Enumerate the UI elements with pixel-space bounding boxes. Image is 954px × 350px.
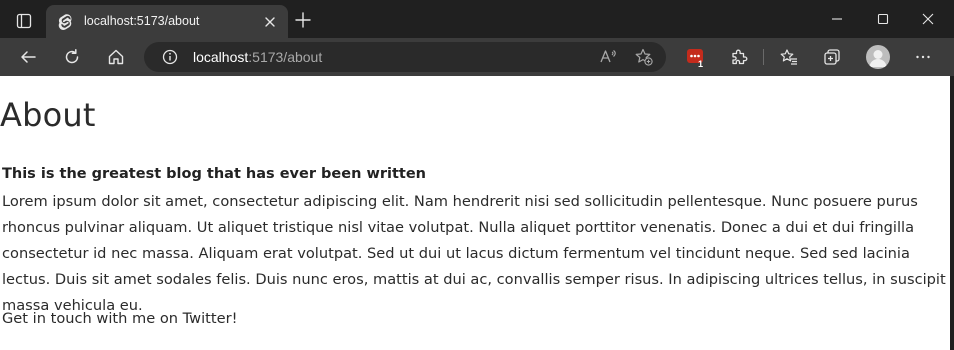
close-icon: [922, 13, 934, 25]
puzzle-piece-icon: [732, 49, 748, 65]
favorites-button[interactable]: [776, 45, 802, 69]
close-window-button[interactable]: [906, 8, 950, 30]
browser-tab[interactable]: localhost:5173/about: [46, 5, 288, 38]
favorites-icon: [780, 49, 797, 65]
minimize-button[interactable]: [815, 8, 859, 30]
extensions-button[interactable]: [726, 45, 752, 69]
settings-menu-button[interactable]: [910, 45, 936, 69]
tab-title: localhost:5173/about: [84, 14, 200, 28]
collections-icon: [824, 49, 840, 65]
read-aloud-icon: [600, 50, 616, 63]
new-tab-icon[interactable]: [294, 11, 312, 29]
back-arrow-icon: [21, 51, 36, 63]
tab-actions-icon: [16, 13, 32, 29]
more-options-icon: [916, 55, 930, 59]
toolbar-separator: [763, 49, 764, 65]
body-paragraph: Lorem ipsum dolor sit amet, consectetur …: [2, 193, 946, 314]
address-bar[interactable]: localhost:5173/about: [144, 42, 666, 72]
collections-button[interactable]: [819, 45, 845, 69]
url-host: localhost: [193, 49, 249, 65]
star-add-icon: [635, 48, 653, 66]
page-content: About This is the greatest blog that has…: [0, 76, 950, 350]
refresh-icon: [65, 49, 79, 64]
page-subtitle: This is the greatest blog that has ever …: [2, 166, 426, 182]
profile-avatar[interactable]: [866, 45, 890, 69]
site-info-icon[interactable]: [162, 49, 178, 65]
read-aloud-button[interactable]: [598, 47, 618, 67]
minimize-icon: [832, 18, 842, 20]
browser-toolbar: localhost:5173/about 1: [0, 38, 954, 76]
title-bar: localhost:5173/about: [0, 0, 954, 38]
maximize-icon: [877, 13, 889, 25]
back-button[interactable]: [15, 45, 41, 69]
window-edge: [950, 76, 954, 350]
add-favorite-button[interactable]: [634, 47, 654, 67]
svelte-logo-icon: [58, 14, 72, 30]
refresh-button[interactable]: [59, 45, 85, 69]
tab-actions-button[interactable]: [8, 6, 40, 36]
contact-text: Get in touch with me on Twitter!: [2, 310, 238, 327]
url-path: :5173/about: [248, 49, 323, 65]
extension-badge-count: 1: [698, 59, 704, 69]
url-text[interactable]: localhost:5173/about: [193, 49, 322, 65]
maximize-button[interactable]: [861, 8, 905, 30]
page-title: About: [0, 96, 96, 134]
home-button[interactable]: [103, 45, 129, 69]
extension-button[interactable]: 1: [686, 47, 706, 69]
close-tab-icon[interactable]: [262, 14, 278, 30]
user-avatar-icon: [869, 50, 887, 67]
home-icon: [108, 49, 124, 65]
